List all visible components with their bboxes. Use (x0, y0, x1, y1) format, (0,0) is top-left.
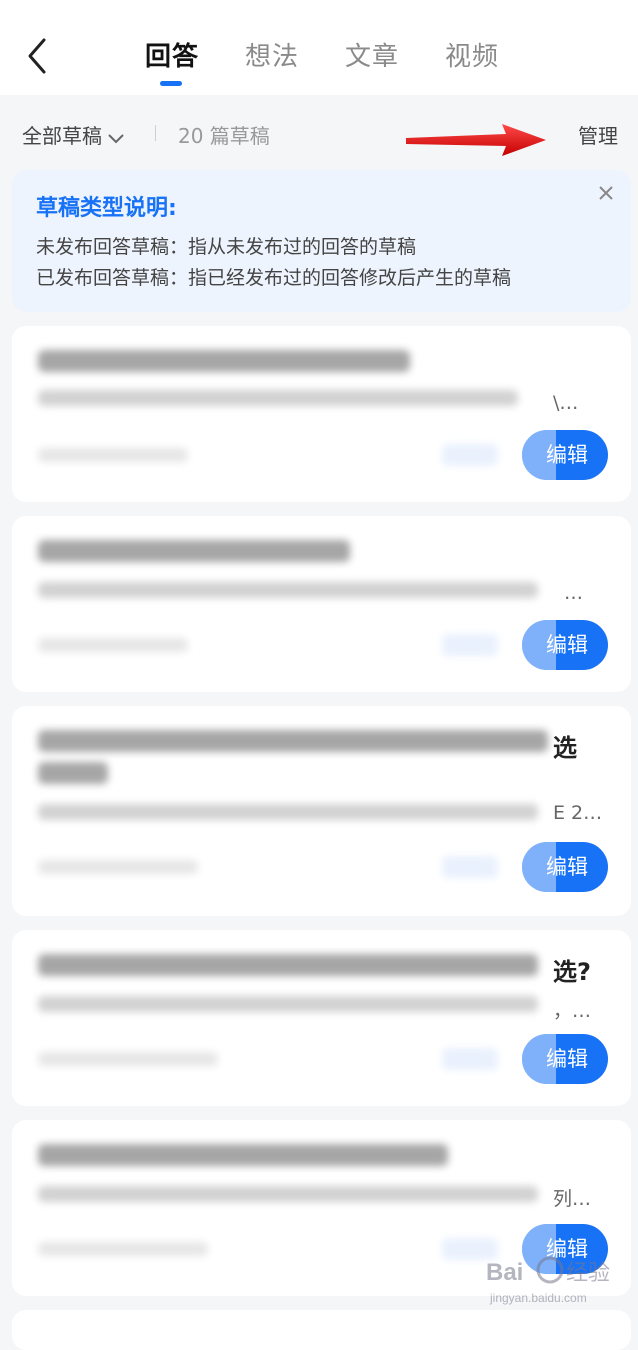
manage-button[interactable]: 管理 (578, 120, 618, 149)
frost-overlay (12, 1120, 557, 1296)
info-line-published: 已发布回答草稿：指已经发布过的回答修改后产生的草稿 (36, 267, 512, 289)
draft-title-fragment: 选? (553, 958, 591, 986)
draft-excerpt-fragment: ，… (553, 1000, 592, 1022)
info-line-unpublished: 未发布回答草稿：指从未发布过的回答的草稿 (36, 236, 417, 258)
draft-card[interactable]: 选? ，… 编辑 (12, 930, 631, 1106)
frost-overlay (12, 930, 557, 1106)
draft-type-info-card: 草稿类型说明: 未发布回答草稿：指从未发布过的回答的草稿 已发布回答草稿：指已经… (12, 170, 631, 312)
draft-excerpt-fragment: E 2… (553, 802, 603, 824)
filter-divider (155, 125, 156, 141)
frost-overlay (12, 516, 557, 692)
draft-filter-label: 全部草稿 (22, 124, 102, 148)
draft-card[interactable]: 选 E 2… 编辑 (12, 706, 631, 916)
draft-card[interactable]: 列… 编辑 (12, 1120, 631, 1296)
close-icon[interactable] (597, 184, 615, 202)
draft-excerpt-fragment: 列… (553, 1188, 592, 1210)
draft-count: 20 篇草稿 (178, 124, 270, 148)
red-arrow-annotation (406, 124, 546, 156)
tab-ideas[interactable]: 想法 (245, 36, 299, 73)
draft-card[interactable] (12, 1310, 631, 1350)
draft-filter-dropdown[interactable]: 全部草稿 (22, 120, 124, 150)
draft-excerpt-fragment: \… (553, 392, 579, 414)
active-tab-indicator (160, 81, 182, 86)
draft-excerpt-fragment: … (564, 582, 583, 604)
frost-overlay (12, 326, 557, 502)
top-nav-bar: 回答 想法 文章 视频 (0, 0, 638, 95)
frost-overlay (12, 706, 557, 916)
draft-card[interactable]: … 编辑 (12, 516, 631, 692)
chevron-down-icon (108, 126, 124, 150)
info-title: 草稿类型说明: (36, 196, 177, 221)
draft-card[interactable]: \… 编辑 (12, 326, 631, 502)
tab-articles[interactable]: 文章 (345, 36, 399, 73)
draft-title-fragment: 选 (553, 734, 577, 762)
back-arrow-icon[interactable] (18, 36, 58, 76)
tab-videos[interactable]: 视频 (445, 36, 499, 73)
tab-answers[interactable]: 回答 (145, 36, 199, 73)
